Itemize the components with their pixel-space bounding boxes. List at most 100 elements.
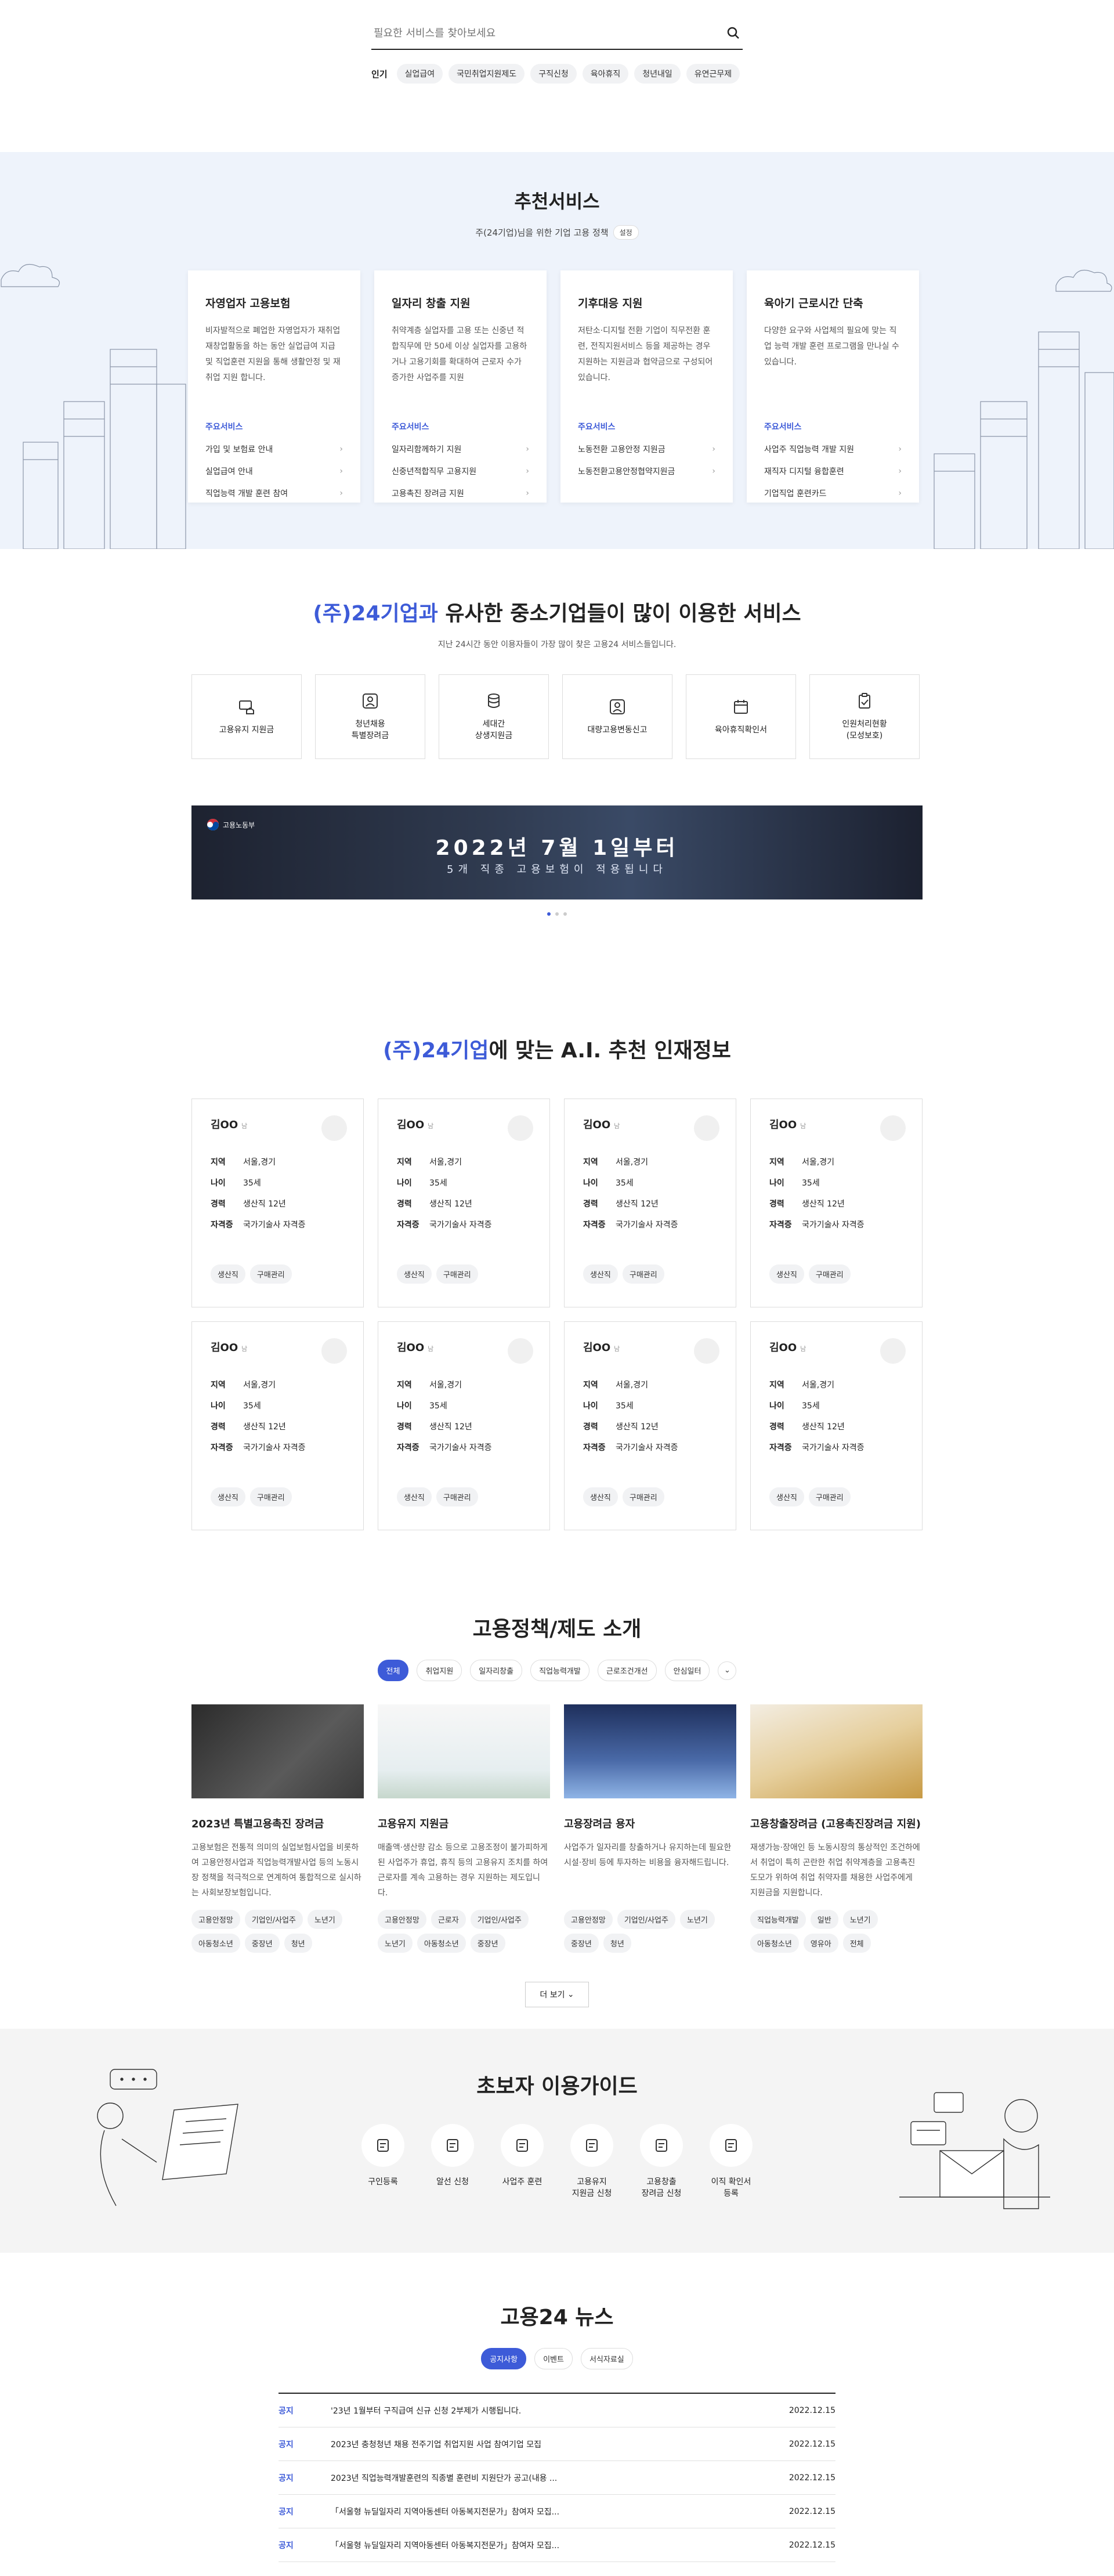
policy-tag[interactable]: 노년기 xyxy=(679,1910,715,1929)
talent-card[interactable]: 김OO 남 지역 서울,경기 나이 35세 경력 생산직 12년 자격증 국가기술사 자격… xyxy=(378,1321,550,1530)
more-button[interactable]: 더 보기 ⌄ xyxy=(525,1982,589,2007)
service-tile[interactable]: 청년채용 특별장려금 xyxy=(315,674,425,759)
service-tile[interactable]: 세대간 상생지원금 xyxy=(439,674,549,759)
policy-tag[interactable]: 아동청소년 xyxy=(191,1934,240,1953)
policy-tag[interactable]: 전체 xyxy=(842,1934,871,1953)
tab-employment-support[interactable]: 취업지원 xyxy=(417,1660,462,1681)
policy-card[interactable]: 고용유지 지원금 매출액·생산량 감소 등으로 고용조정이 불가피하게 된 사업… xyxy=(378,1704,550,1953)
guide-step[interactable]: 사업주 훈련 xyxy=(498,2124,547,2199)
settings-button[interactable]: 설정 xyxy=(613,225,639,240)
policy-tag[interactable]: 고용안정망 xyxy=(191,1910,240,1929)
news-title-link[interactable]: 2023년 직업능력개발훈련의 직종별 훈련비 지원단가 공고(내용 ... xyxy=(331,2472,766,2484)
recommend-card[interactable]: 육아기 근로시간 단축 다양한 요구와 사업체의 필요에 맞는 직업 능력 개발… xyxy=(747,270,919,503)
talent-card[interactable]: 김OO 남 지역 서울,경기 나이 35세 경력 생산직 12년 자격증 국가기술사 자격… xyxy=(191,1099,364,1307)
tab-forms[interactable]: 서식자료실 xyxy=(580,2348,633,2369)
news-row[interactable]: 공지 2023년 직업능력개발훈련의 직종별 훈련비 지원단가 공고(내용 ..… xyxy=(278,2461,836,2495)
policy-tag[interactable]: 근로자 xyxy=(431,1910,466,1929)
service-link[interactable]: 사업주 직업능력 개발 지원 › xyxy=(764,438,902,460)
guide-step[interactable]: 고용유지 지원금 신청 xyxy=(567,2124,616,2199)
service-tile[interactable]: 대량고용변동신고 xyxy=(562,674,672,759)
policy-tag[interactable]: 일반 xyxy=(810,1910,838,1929)
policy-tag[interactable]: 영유아 xyxy=(803,1934,838,1953)
talent-card[interactable]: 김OO 남 지역 서울,경기 나이 35세 경력 생산직 12년 자격증 국가기술사 자격… xyxy=(378,1099,550,1307)
policy-tag[interactable]: 기업인/사업주 xyxy=(617,1910,675,1929)
policy-tag[interactable]: 노년기 xyxy=(307,1910,342,1929)
keyword-chip[interactable]: 육아휴직 xyxy=(582,64,629,84)
policy-tag[interactable]: 고용안정망 xyxy=(564,1910,613,1929)
policy-tag[interactable]: 중장년 xyxy=(244,1934,280,1953)
pagination-dot[interactable] xyxy=(563,912,567,916)
policy-tag[interactable]: 청년 xyxy=(284,1934,312,1953)
recommend-title: 추천서비스 xyxy=(514,190,600,212)
service-tile[interactable]: 고용유지 지원금 xyxy=(191,674,302,759)
service-link[interactable]: 노동전환고용안정협약지원금 › xyxy=(578,460,715,482)
talent-card[interactable]: 김OO 남 지역 서울,경기 나이 35세 경력 생산직 12년 자격증 국가기술사 자격… xyxy=(750,1099,923,1307)
service-tile[interactable]: 인원처리현황 (모성보호) xyxy=(809,674,920,759)
policy-tag[interactable]: 고용안정망 xyxy=(378,1910,426,1929)
policy-tag[interactable]: 아동청소년 xyxy=(750,1934,799,1953)
news-row[interactable]: 공지 2023년 충청청년 채용 전주기업 취업지원 사업 참여기업 모집 20… xyxy=(278,2427,836,2461)
keyword-chip[interactable]: 청년내일 xyxy=(634,64,681,84)
service-link[interactable]: 고용촉진 장려금 지원 › xyxy=(392,482,529,504)
policy-card[interactable]: 고용창출장려금 (고용촉진장려금 지원) 재생가능·장애인 등 노동시장의 통상… xyxy=(750,1704,923,1953)
keyword-chip[interactable]: 국민취업지원제도 xyxy=(449,64,525,84)
service-link[interactable]: 일자리함께하기 지원 › xyxy=(392,438,529,460)
guide-step[interactable]: 알선 신청 xyxy=(428,2124,477,2199)
service-link[interactable]: 실업급여 안내 › xyxy=(205,460,343,482)
guide-step[interactable]: 구인등록 xyxy=(359,2124,407,2199)
talent-card[interactable]: 김OO 남 지역 서울,경기 나이 35세 경력 생산직 12년 자격증 국가기술사 자격… xyxy=(564,1099,736,1307)
news-title-link[interactable]: 「서울형 뉴딜일자리 지역아동센터 아동복지전문가」참여자 모집... xyxy=(331,2539,766,2551)
tab-event[interactable]: 이벤트 xyxy=(534,2348,573,2369)
news-title-link[interactable]: 「서울형 뉴딜일자리 지역아동센터 아동복지전문가」참여자 모집... xyxy=(331,2506,766,2517)
service-tile[interactable]: 육아휴직확인서 xyxy=(686,674,796,759)
talent-card[interactable]: 김OO 남 지역 서울,경기 나이 35세 경력 생산직 12년 자격증 국가기술사 자격… xyxy=(564,1321,736,1530)
tab-working-conditions[interactable]: 근로조건개선 xyxy=(597,1660,657,1681)
service-link[interactable]: 기업직업 훈련카드 › xyxy=(764,482,902,504)
pagination-dot[interactable] xyxy=(555,912,559,916)
tab-job-creation[interactable]: 일자리창출 xyxy=(470,1660,523,1681)
policy-tag[interactable]: 직업능력개발 xyxy=(750,1910,806,1929)
chevron-down-icon[interactable]: ⌄ xyxy=(718,1661,737,1680)
policy-tag[interactable]: 중장년 xyxy=(564,1934,599,1953)
service-link[interactable]: 가입 및 보험료 안내 › xyxy=(205,438,343,460)
service-link[interactable]: 직업능력 개발 훈련 참여 › xyxy=(205,482,343,504)
policy-tag[interactable]: 중장년 xyxy=(470,1934,505,1953)
search-icon[interactable] xyxy=(726,26,740,40)
service-link[interactable]: 노동전환 고용안정 지원금 › xyxy=(578,438,715,460)
news-title-link[interactable]: '23년 1월부터 구직급여 신규 신청 2부제가 시행됩니다. xyxy=(331,2405,766,2416)
policy-tag[interactable]: 청년 xyxy=(603,1934,631,1953)
guide-step[interactable]: 이직 확인서 등록 xyxy=(707,2124,755,2199)
policy-tag[interactable]: 노년기 xyxy=(842,1910,878,1929)
policy-card[interactable]: 고용장려금 용자 사업주가 일자리를 창출하거나 유지하는데 필요한 시설·장비… xyxy=(564,1704,736,1953)
talent-card[interactable]: 김OO 남 지역 서울,경기 나이 35세 경력 생산직 12년 자격증 국가기술사 자격… xyxy=(191,1321,364,1530)
card-title: 기후대응 지원 xyxy=(578,297,643,310)
talent-card[interactable]: 김OO 남 지역 서울,경기 나이 35세 경력 생산직 12년 자격증 국가기술사 자격… xyxy=(750,1321,923,1530)
policy-tag[interactable]: 기업인/사업주 xyxy=(470,1910,529,1929)
news-row[interactable]: 공지 '23년 1월부터 구직급여 신규 신청 2부제가 시행됩니다. 2022… xyxy=(278,2394,836,2427)
keyword-chip[interactable]: 구직신청 xyxy=(530,64,577,84)
news-row[interactable]: 공지 「서울형 뉴딜일자리 지역아동센터 아동복지전문가」참여자 모집... 2… xyxy=(278,2528,836,2562)
tab-skill-development[interactable]: 직업능력개발 xyxy=(530,1660,589,1681)
pagination-dot[interactable] xyxy=(547,912,551,916)
promo-banner[interactable]: 고용노동부 2022년 7월 1일부터 5개 직종 고용보험이 적용됩니다 xyxy=(191,805,923,899)
service-link[interactable]: 재직자 디지털 융합훈련 › xyxy=(764,460,902,482)
search-input[interactable] xyxy=(374,27,699,39)
service-link[interactable]: 신중년적합직무 고용지원 › xyxy=(392,460,529,482)
tab-safe-workplace[interactable]: 안심일터 xyxy=(664,1660,710,1681)
tab-notice[interactable]: 공지사항 xyxy=(481,2348,527,2369)
avatar xyxy=(508,1115,533,1141)
keyword-chip[interactable]: 유연근무제 xyxy=(686,64,740,84)
policy-card[interactable]: 2023년 특별고용촉진 장려금 고용보험은 전통적 의미의 실업보험사업을 비… xyxy=(191,1704,364,1953)
news-date: 2022.12.15 xyxy=(789,2405,836,2415)
recommend-card[interactable]: 자영업자 고용보험 비자발적으로 폐업한 자영업자가 재취업 재창업활동을 하는… xyxy=(188,270,360,503)
policy-tag[interactable]: 노년기 xyxy=(378,1934,413,1953)
tab-all[interactable]: 전체 xyxy=(377,1660,409,1681)
guide-step[interactable]: 고용창출 장려금 신청 xyxy=(637,2124,686,2199)
news-row[interactable]: 공지 「서울형 뉴딜일자리 지역아동센터 아동복지전문가」참여자 모집... 2… xyxy=(278,2495,836,2528)
recommend-card[interactable]: 일자리 창출 지원 취약계층 실업자를 고용 또는 신중년 적합직무에 만 50… xyxy=(374,270,547,503)
keyword-chip[interactable]: 실업급여 xyxy=(396,64,443,84)
policy-tag[interactable]: 기업인/사업주 xyxy=(244,1910,303,1929)
recommend-card[interactable]: 기후대응 지원 저탄소·디지털 전환 기업이 직무전환 훈련, 전직지원서비스 … xyxy=(560,270,733,503)
policy-tag[interactable]: 아동청소년 xyxy=(417,1934,466,1953)
news-title-link[interactable]: 2023년 충청청년 채용 전주기업 취업지원 사업 참여기업 모집 xyxy=(331,2438,766,2450)
